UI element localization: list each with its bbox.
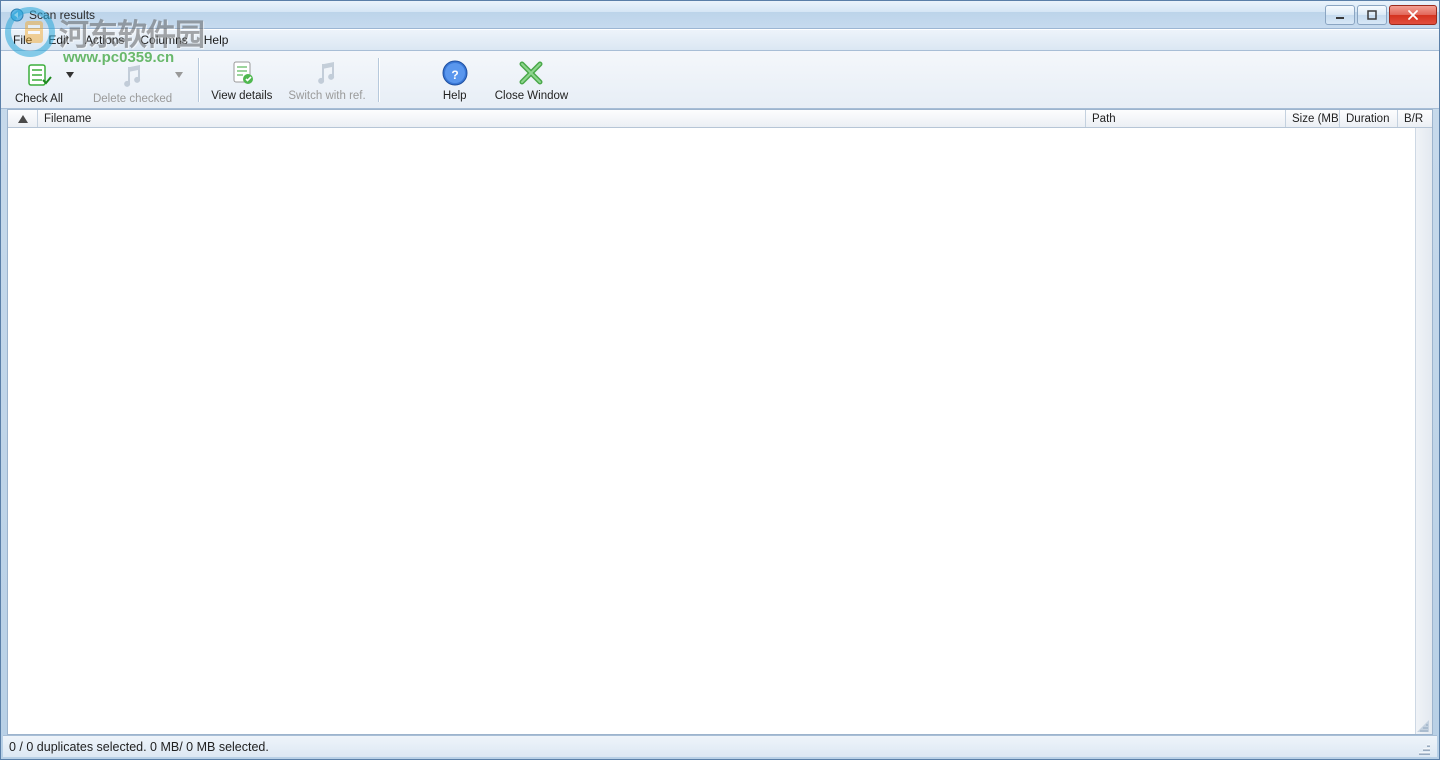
column-duration[interactable]: Duration [1340,110,1398,127]
chevron-down-icon [175,72,183,78]
resize-grip[interactable] [1415,739,1431,755]
menubar: File Edit Actions Columns Help [1,29,1439,51]
toolbar-separator [198,58,199,102]
window-buttons [1325,5,1437,25]
help-icon: ? [440,58,470,88]
maximize-button[interactable] [1357,5,1387,25]
menu-actions[interactable]: Actions [77,31,132,49]
checklist-icon [25,62,53,90]
triangle-up-icon [18,115,28,123]
app-window: 河东软件园 www.pc0359.cn Scan results File Ed… [0,0,1440,760]
music-note-icon [119,62,147,90]
chevron-down-icon [66,72,74,78]
toolbar: Check All Delete checked [1,51,1439,109]
menu-help[interactable]: Help [196,31,237,49]
view-details-button[interactable]: View details [203,53,280,107]
vertical-scrollbar[interactable] [1415,128,1432,734]
check-all-button[interactable]: Check All [7,53,85,107]
music-note-icon [313,59,341,87]
help-button[interactable]: ? Help [423,53,487,107]
check-all-label: Check All [15,93,63,105]
column-path[interactable]: Path [1086,110,1286,127]
scrollbar-grip-icon [1417,720,1429,732]
close-button[interactable] [1389,5,1437,25]
minimize-button[interactable] [1325,5,1355,25]
results-list[interactable] [8,128,1432,734]
close-window-icon [516,58,546,88]
statusbar: 0 / 0 duplicates selected. 0 MB/ 0 MB se… [3,735,1437,757]
menu-file[interactable]: File [5,31,40,49]
column-sort-indicator[interactable] [8,110,38,127]
menu-columns[interactable]: Columns [132,31,195,49]
view-details-label: View details [211,90,272,102]
window-title: Scan results [29,8,1325,22]
page-detail-icon [228,59,256,87]
help-label: Help [443,90,467,102]
maximize-icon [1366,9,1378,21]
delete-checked-label: Delete checked [93,93,172,105]
switch-ref-label: Switch with ref. [288,90,365,102]
titlebar: Scan results [1,1,1439,29]
resize-grip-icon [1415,739,1431,755]
column-header-row: Filename Path Size (MB) Duration B/R [8,110,1432,128]
svg-text:?: ? [451,68,458,82]
check-all-dropdown[interactable] [63,51,77,105]
column-size[interactable]: Size (MB) [1286,110,1340,127]
close-icon [1406,9,1420,21]
status-text: 0 / 0 duplicates selected. 0 MB/ 0 MB se… [9,740,269,754]
switch-ref-button[interactable]: Switch with ref. [280,53,373,107]
column-filename[interactable]: Filename [38,110,1086,127]
column-br[interactable]: B/R [1398,110,1432,127]
menu-edit[interactable]: Edit [40,31,77,49]
delete-checked-button[interactable]: Delete checked [85,53,194,107]
delete-checked-dropdown[interactable] [172,51,186,105]
toolbar-separator [378,58,379,102]
results-panel: Filename Path Size (MB) Duration B/R [7,109,1433,735]
app-icon [9,7,25,23]
close-window-label: Close Window [495,90,569,102]
minimize-icon [1334,9,1346,21]
close-window-button[interactable]: Close Window [487,53,577,107]
